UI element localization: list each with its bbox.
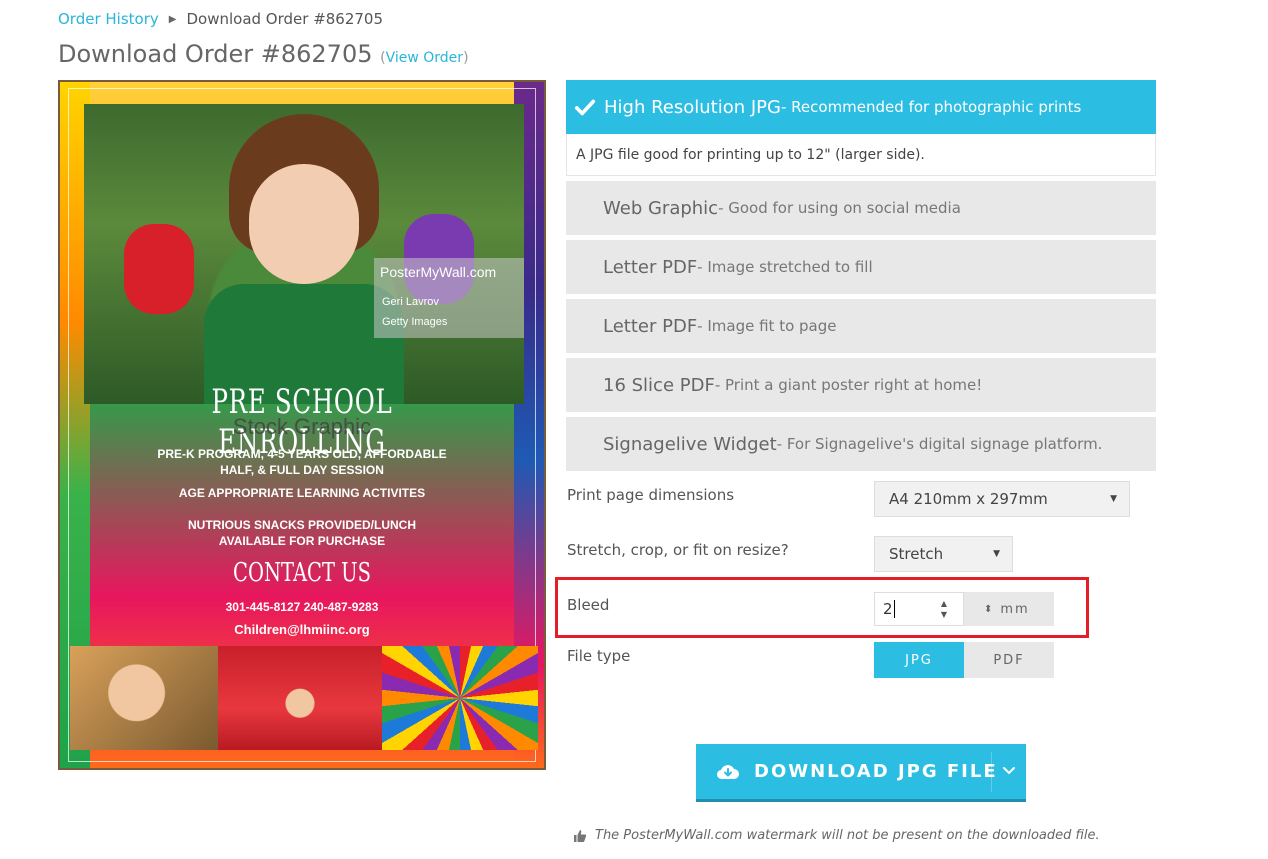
poster-text-line-1: PRE-K PROGRAM, 4-5 YEARS OLD, AFFORDABLE bbox=[157, 447, 447, 461]
resize-label: Stretch, crop, or fit on resize? bbox=[567, 541, 789, 559]
option-name: Web Graphic bbox=[603, 197, 719, 219]
option-name: Letter PDF bbox=[603, 256, 698, 278]
chevron-down-icon[interactable] bbox=[1002, 764, 1016, 778]
poster-photo-credit-2: Getty Images bbox=[382, 316, 448, 328]
option-name: Signagelive Widget bbox=[603, 433, 777, 455]
footnote-text: The PosterMyWall.com watermark will not … bbox=[595, 828, 1100, 843]
page-title-text: Download Order #862705 bbox=[58, 40, 373, 68]
format-options: High Resolution JPG - Recommended for ph… bbox=[566, 80, 1156, 471]
option-desc: - Print a giant poster right at home! bbox=[714, 376, 983, 394]
dimensions-select-value: A4 210mm x 297mm bbox=[889, 490, 1048, 508]
option-signagelive-widget[interactable]: Signagelive Widget - For Signagelive's d… bbox=[566, 417, 1156, 471]
poster-stock-watermark: Stock Graphic bbox=[232, 414, 372, 439]
view-order-link[interactable]: View Order bbox=[386, 50, 463, 66]
poster-preview: PosterMyWall.com Geri Lavrov Getty Image… bbox=[58, 80, 546, 770]
bleed-unit-select[interactable]: ⬍ mm bbox=[964, 592, 1054, 626]
watermark-footnote: The PosterMyWall.com watermark will not … bbox=[573, 828, 1100, 843]
option-web-graphic[interactable]: Web Graphic - Good for using on social m… bbox=[566, 181, 1156, 235]
poster-watermark-box: PosterMyWall.com Geri Lavrov Getty Image… bbox=[374, 258, 524, 338]
view-order-close-paren: ) bbox=[463, 50, 469, 66]
option-letter-pdf-stretch[interactable]: Letter PDF - Image stretched to fill bbox=[566, 240, 1156, 294]
option-name: High Resolution JPG bbox=[604, 96, 781, 118]
breadcrumb-current: Download Order #862705 bbox=[186, 10, 384, 28]
updown-caret-icon: ⬍ bbox=[984, 603, 993, 615]
poster-watermark-site: PosterMyWall.com bbox=[380, 264, 497, 280]
option-letter-pdf-fit[interactable]: Letter PDF - Image fit to page bbox=[566, 299, 1156, 353]
poster-phones: 301-445-8127 240-487-9283 bbox=[225, 600, 379, 614]
poster-text-line-4: NUTRIOUS SNACKS PROVIDED/LUNCH bbox=[187, 518, 416, 532]
poster-email: Children@lhmiinc.org bbox=[234, 622, 370, 637]
bleed-unit-value: mm bbox=[1000, 601, 1030, 617]
page-title: Download Order #862705 (View Order) bbox=[58, 40, 469, 68]
bleed-input-value: 2 bbox=[883, 600, 893, 618]
download-button-divider bbox=[991, 752, 992, 792]
poster-contact-title: CONTACT US bbox=[233, 558, 371, 588]
download-button-label: DOWNLOAD JPG FILE bbox=[754, 761, 998, 782]
option-desc: - For Signagelive's digital signage plat… bbox=[776, 435, 1103, 453]
bleed-input[interactable]: 2 ▲ ▼ bbox=[874, 592, 964, 626]
filetype-pdf-toggle[interactable]: PDF bbox=[964, 642, 1054, 678]
breadcrumb: Order History ▶ Download Order #862705 bbox=[58, 10, 383, 28]
resize-select[interactable]: Stretch ▼ bbox=[874, 536, 1013, 572]
text-cursor bbox=[893, 600, 895, 618]
poster-text-line-5: AVAILABLE FOR PURCHASE bbox=[218, 534, 386, 548]
breadcrumb-order-history-link[interactable]: Order History bbox=[58, 10, 159, 28]
dropdown-caret-icon: ▼ bbox=[1110, 494, 1117, 504]
option-name: 16 Slice PDF bbox=[603, 374, 715, 396]
download-button[interactable]: DOWNLOAD JPG FILE bbox=[696, 744, 1026, 802]
spin-down-icon[interactable]: ▼ bbox=[939, 609, 949, 620]
poster-text-line-3: AGE APPROPRIATE LEARNING ACTIVITES bbox=[178, 486, 426, 500]
cloud-download-icon bbox=[716, 764, 739, 779]
poster-text-line-2: HALF, & FULL DAY SESSION bbox=[220, 463, 384, 477]
filetype-label: File type bbox=[567, 647, 631, 665]
option-detail: A JPG file good for printing up to 12" (… bbox=[566, 134, 1156, 176]
option-desc: - Image stretched to fill bbox=[697, 258, 873, 276]
check-icon bbox=[574, 99, 596, 116]
poster-thumb-classroom-photo bbox=[218, 646, 382, 750]
option-high-res-jpg[interactable]: High Resolution JPG - Recommended for ph… bbox=[566, 80, 1156, 134]
option-desc: - Good for using on social media bbox=[718, 199, 961, 217]
poster-thumb-boy-photo bbox=[70, 646, 218, 750]
thumbs-up-icon bbox=[574, 829, 587, 842]
option-name: Letter PDF bbox=[603, 315, 698, 337]
dimensions-select[interactable]: A4 210mm x 297mm ▼ bbox=[874, 481, 1130, 517]
dropdown-caret-icon: ▼ bbox=[993, 549, 1000, 559]
bleed-spinner[interactable]: ▲ ▼ bbox=[939, 598, 949, 620]
view-order-wrapper: (View Order) bbox=[380, 50, 468, 66]
option-16-slice-pdf[interactable]: 16 Slice PDF - Print a giant poster righ… bbox=[566, 358, 1156, 412]
spin-up-icon[interactable]: ▲ bbox=[939, 598, 949, 609]
poster-photo-credit-1: Geri Lavrov bbox=[382, 296, 439, 308]
breadcrumb-separator-icon: ▶ bbox=[168, 13, 177, 25]
filetype-jpg-toggle[interactable]: JPG bbox=[874, 642, 964, 678]
resize-select-value: Stretch bbox=[889, 545, 944, 563]
option-desc: - Image fit to page bbox=[697, 317, 837, 335]
dimensions-label: Print page dimensions bbox=[567, 486, 735, 504]
poster-thumb-pencils-photo bbox=[382, 646, 538, 750]
option-desc: - Recommended for photographic prints bbox=[780, 98, 1082, 116]
bleed-label: Bleed bbox=[567, 596, 610, 614]
